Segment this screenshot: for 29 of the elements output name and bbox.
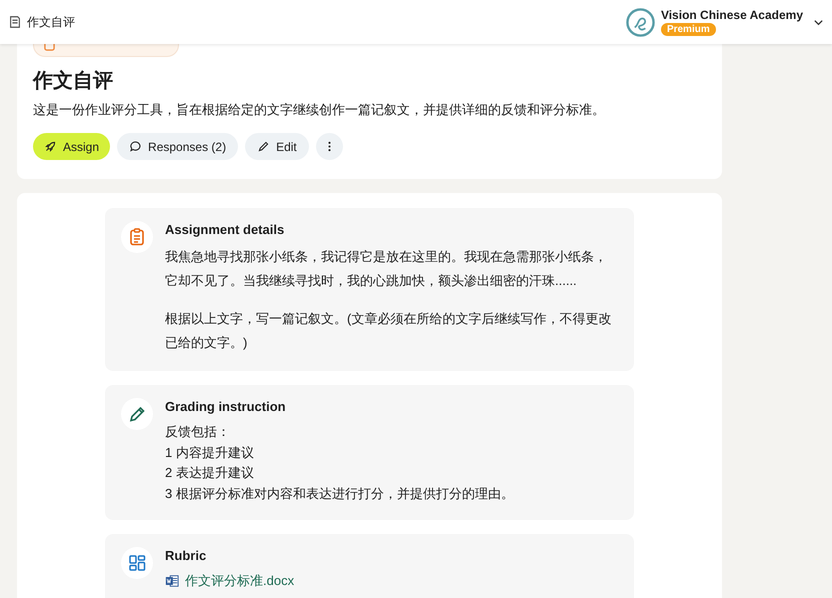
speech-bubble-icon bbox=[129, 140, 142, 153]
document-icon bbox=[8, 15, 22, 29]
assignment-title: 作文自评 bbox=[33, 69, 113, 93]
account-name: Vision Chinese Academy bbox=[660, 8, 803, 22]
instruction-line: 反馈包括： bbox=[165, 423, 231, 441]
paragraph: 根据以上文字，写一篇记叙文。(文章必须在所给的文字后继续写作，不得更改已给的文字。) bbox=[165, 310, 612, 352]
account-menu[interactable]: Vision Chinese Academy Premium bbox=[626, 8, 832, 36]
word-document-icon bbox=[165, 574, 179, 588]
plan-badge: Premium bbox=[660, 23, 716, 36]
responses-button[interactable]: Responses (2) bbox=[117, 133, 238, 160]
assign-button[interactable]: Assign bbox=[33, 133, 110, 160]
section-title: Grading instruction bbox=[165, 399, 287, 415]
instruction-line: 1 内容提升建议 bbox=[165, 444, 255, 462]
instruction-line: 3 根据评分标准对内容和表达进行打分，并提供打分的理由。 bbox=[165, 484, 515, 502]
layout-grid-icon bbox=[127, 553, 147, 573]
paragraph: 我焦急地寻找那张小纸条，我记得它是放在这里的。我现在急需那张小纸条，它却不见了。当我继续寻找时，我的心跳加快，额头渗出细密的汗珠...... bbox=[165, 248, 608, 290]
more-button[interactable] bbox=[316, 133, 343, 160]
instruction-line: 2 表达提升建议 bbox=[165, 464, 255, 482]
section-title: Rubric bbox=[165, 548, 208, 564]
pencil-icon bbox=[127, 404, 147, 424]
logo-icon bbox=[626, 8, 655, 36]
edit-button[interactable]: Edit bbox=[245, 133, 309, 160]
section-title: Assignment details bbox=[165, 222, 286, 238]
breadcrumb-link[interactable]: 作文自评 bbox=[27, 14, 75, 30]
clipboard-icon bbox=[127, 227, 147, 247]
assignment-description: 这是一份作业评分工具，旨在根据给定的文字继续创作一篇记叙文，并提供详细的反馈和评分标准。 bbox=[33, 101, 605, 119]
pencil-icon bbox=[257, 140, 270, 153]
rocket-icon bbox=[44, 140, 57, 153]
file-link[interactable]: 作文评分标准.docx bbox=[185, 571, 294, 591]
